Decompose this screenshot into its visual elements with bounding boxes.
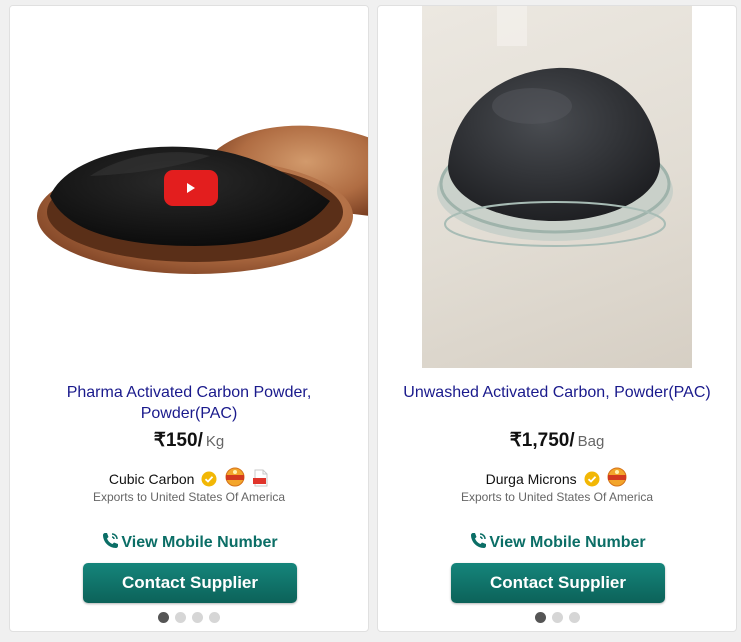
supplier-row: Cubic Carbon [10, 467, 368, 487]
supplier-row: Durga Microns [378, 467, 736, 487]
export-info: Exports to United States Of America [460, 490, 654, 504]
view-mobile-number-link[interactable]: View Mobile Number [10, 531, 368, 552]
trustseal-icon [225, 467, 245, 487]
image-carousel-dots [378, 612, 736, 623]
verified-icon [584, 471, 600, 487]
product-title-link[interactable]: Pharma Activated Carbon Powder, Powder(P… [24, 382, 354, 424]
carousel-dot[interactable] [568, 612, 580, 623]
price-unit: Kg [205, 433, 225, 450]
price-row: ₹150/Kg [10, 429, 368, 452]
view-mobile-label: View Mobile Number [489, 534, 646, 551]
view-mobile-label: View Mobile Number [121, 534, 278, 551]
contact-supplier-button[interactable]: Contact Supplier [451, 563, 665, 603]
phone-icon [471, 533, 487, 548]
export-info: Exports to United States Of America [92, 490, 286, 504]
view-mobile-number-link[interactable]: View Mobile Number [378, 531, 736, 552]
product-image[interactable] [422, 6, 692, 368]
product-price: ₹150/ [153, 430, 203, 451]
carousel-dot[interactable] [551, 612, 563, 623]
phone-icon [103, 533, 119, 548]
carousel-dot[interactable] [158, 612, 169, 623]
trustseal-icon [607, 467, 627, 487]
product-title-link[interactable]: Unwashed Activated Carbon, Powder(PAC) [392, 382, 722, 403]
carousel-dot[interactable] [534, 612, 546, 623]
supplier-name-link[interactable]: Cubic Carbon [109, 471, 195, 487]
price-unit: Bag [577, 433, 605, 450]
carousel-dot[interactable] [209, 612, 220, 623]
price-row: ₹1,750/Bag [378, 429, 736, 452]
carousel-dot[interactable] [175, 612, 186, 623]
carousel-dot[interactable] [192, 612, 203, 623]
product-card: Unwashed Activated Carbon, Powder(PAC) ₹… [377, 5, 737, 632]
contact-supplier-button[interactable]: Contact Supplier [83, 563, 297, 603]
verified-icon [201, 471, 217, 487]
image-carousel-dots [10, 612, 368, 623]
pdf-icon[interactable] [253, 469, 269, 487]
supplier-name-link[interactable]: Durga Microns [486, 471, 577, 487]
video-play-button[interactable] [164, 170, 218, 206]
play-icon [187, 183, 195, 193]
product-photo-carbon-powder-dish [437, 6, 673, 247]
product-price: ₹1,750/ [509, 430, 575, 451]
product-card: Pharma Activated Carbon Powder, Powder(P… [9, 5, 369, 632]
product-image[interactable] [10, 6, 368, 368]
